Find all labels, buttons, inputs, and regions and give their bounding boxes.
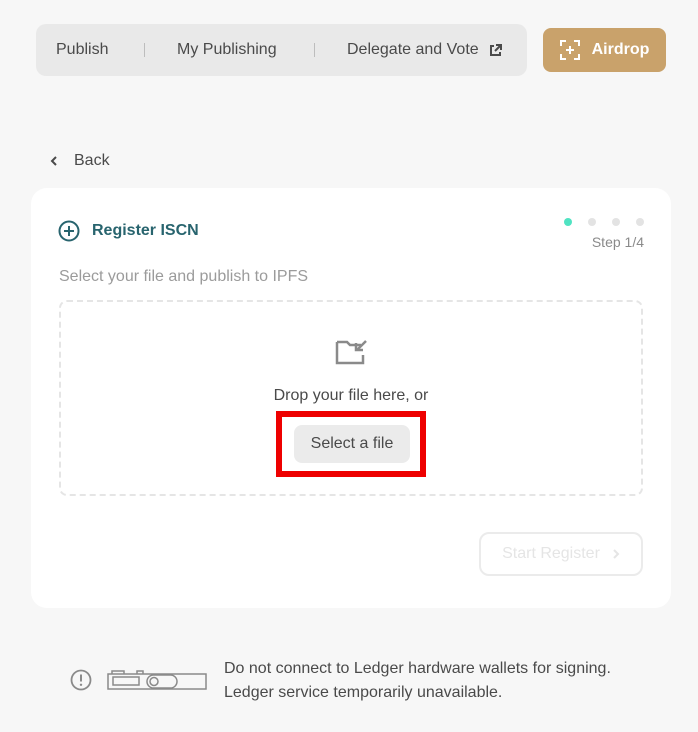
nav-divider bbox=[144, 43, 145, 57]
highlight-box: Select a file bbox=[276, 411, 426, 477]
scan-plus-icon bbox=[559, 40, 580, 60]
card-title-text: Register ISCN bbox=[92, 222, 199, 239]
ledger-device-icon bbox=[107, 669, 207, 691]
nav-my-publishing[interactable]: My Publishing bbox=[177, 41, 277, 59]
ledger-notice-text: Do not connect to Ledger hardware wallet… bbox=[224, 657, 684, 705]
plus-circle-icon bbox=[58, 220, 80, 242]
back-label: Back bbox=[74, 152, 110, 169]
folder-drop-icon bbox=[335, 338, 369, 366]
nav-publish[interactable]: Publish bbox=[56, 41, 108, 59]
nav-divider bbox=[314, 43, 315, 57]
back-link[interactable]: Back bbox=[50, 150, 110, 172]
card-subtitle: Select your file and publish to IPFS bbox=[59, 268, 309, 285]
nav-delegate-and-vote[interactable]: Delegate and Vote bbox=[347, 41, 502, 59]
ledger-notice-line1: Do not connect to Ledger hardware wallet… bbox=[224, 660, 611, 677]
start-register-button[interactable]: Start Register bbox=[479, 532, 643, 576]
chevron-left-icon bbox=[50, 155, 58, 167]
top-nav: Publish My Publishing Delegate and Vote bbox=[36, 24, 527, 76]
step-dot bbox=[588, 218, 596, 226]
card-title: Register ISCN bbox=[58, 220, 199, 242]
ledger-notice-line2: Ledger service temporarily unavailable. bbox=[224, 684, 503, 701]
step-dot bbox=[612, 218, 620, 226]
page: Publish My Publishing Delegate and Vote … bbox=[0, 0, 698, 732]
step-indicator: Step 1/4 bbox=[554, 218, 644, 250]
drop-text: Drop your file here, or bbox=[273, 387, 429, 404]
step-dot-active bbox=[564, 218, 572, 226]
airdrop-button[interactable]: Airdrop bbox=[543, 28, 666, 72]
step-dot bbox=[636, 218, 644, 226]
select-file-button[interactable]: Select a file bbox=[294, 425, 410, 463]
external-link-icon bbox=[489, 43, 502, 57]
airdrop-label: Airdrop bbox=[591, 41, 650, 58]
nav-delegate-label: Delegate and Vote bbox=[347, 41, 479, 58]
chevron-right-icon bbox=[612, 548, 620, 560]
start-register-label: Start Register bbox=[502, 545, 600, 562]
register-iscn-card: Register ISCN Step 1/4 Select your file … bbox=[31, 188, 671, 608]
step-label: Step 1/4 bbox=[591, 234, 644, 250]
warning-icon bbox=[70, 669, 92, 691]
step-dots bbox=[554, 218, 644, 226]
file-dropzone[interactable]: Drop your file here, or Select a file bbox=[59, 300, 643, 496]
